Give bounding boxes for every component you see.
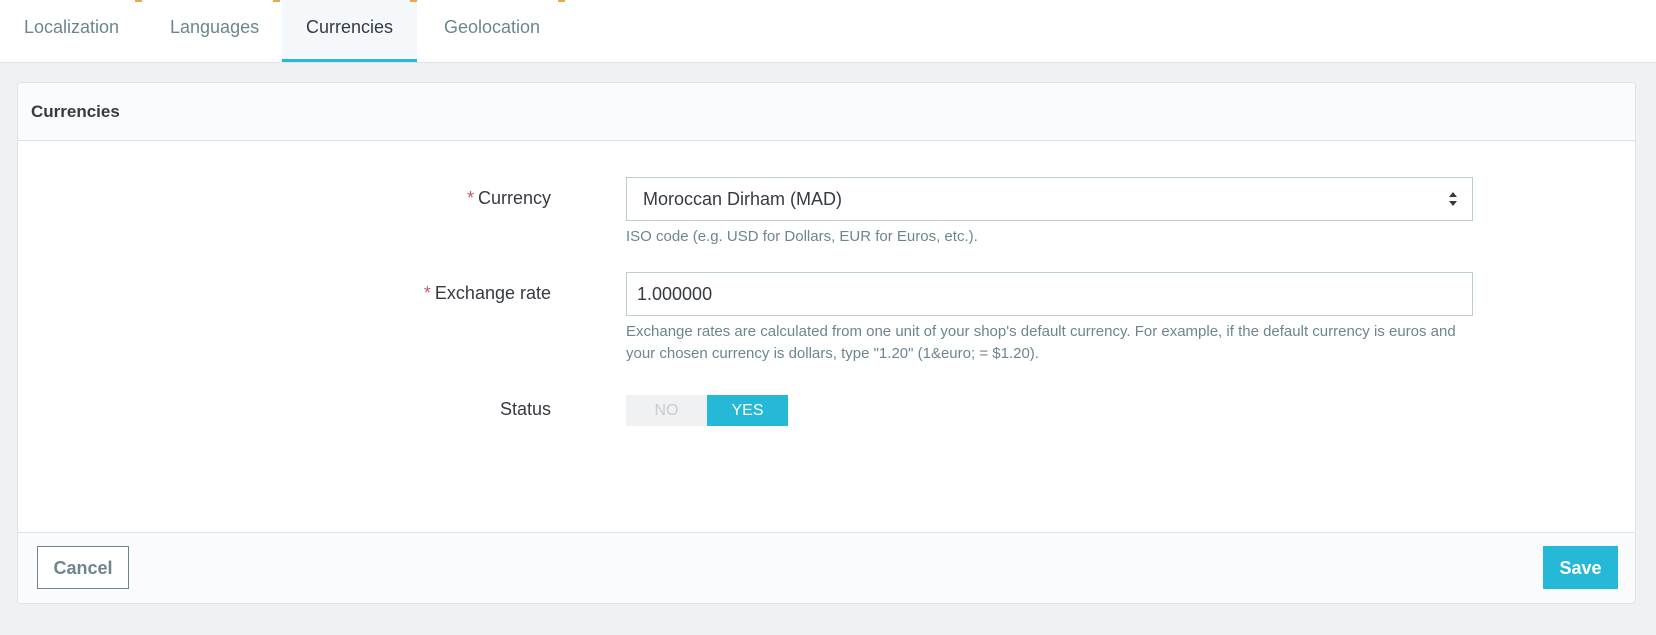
exchange-rate-input[interactable]	[626, 272, 1473, 316]
required-marker: *	[423, 283, 431, 303]
tab-localization[interactable]: Localization	[0, 0, 143, 62]
currency-form-panel: Currencies * Currency Moroccan Dirham (MA…	[17, 82, 1636, 604]
panel-footer: Cancel Save	[18, 532, 1635, 603]
currency-label: * Currency	[467, 188, 551, 209]
panel-title: Currencies	[18, 83, 1635, 141]
tab-bar: Localization Languages Currencies Geoloc…	[0, 0, 1656, 63]
exchange-rate-help-text: Exchange rates are calculated from one u…	[626, 323, 1456, 362]
tab-geolocation[interactable]: Geolocation	[420, 0, 564, 62]
cancel-button[interactable]: Cancel	[37, 546, 129, 589]
status-switch[interactable]: NO YES	[626, 395, 788, 426]
currency-select[interactable]: Moroccan Dirham (MAD)	[626, 177, 1473, 221]
tab-notification-marker	[135, 0, 142, 2]
currency-label-text: Currency	[477, 188, 551, 208]
tab-notification-marker	[410, 0, 417, 2]
currency-help-text: ISO code (e.g. USD for Dollars, EUR for …	[626, 228, 978, 245]
exchange-rate-label: * Exchange rate	[424, 283, 551, 304]
currency-select-value: Moroccan Dirham (MAD)	[643, 189, 843, 209]
status-label: Status	[499, 399, 551, 419]
status-no-option[interactable]: NO	[626, 395, 707, 426]
required-marker: *	[466, 188, 474, 208]
tab-notification-marker	[558, 0, 565, 2]
sort-arrows-icon	[1449, 192, 1457, 206]
tab-notification-marker	[273, 0, 280, 2]
status-yes-option[interactable]: YES	[707, 395, 788, 426]
save-button[interactable]: Save	[1543, 546, 1618, 589]
tab-currencies[interactable]: Currencies	[282, 0, 418, 62]
exchange-rate-label-text: Exchange rate	[434, 283, 551, 303]
tab-languages[interactable]: Languages	[146, 0, 283, 62]
